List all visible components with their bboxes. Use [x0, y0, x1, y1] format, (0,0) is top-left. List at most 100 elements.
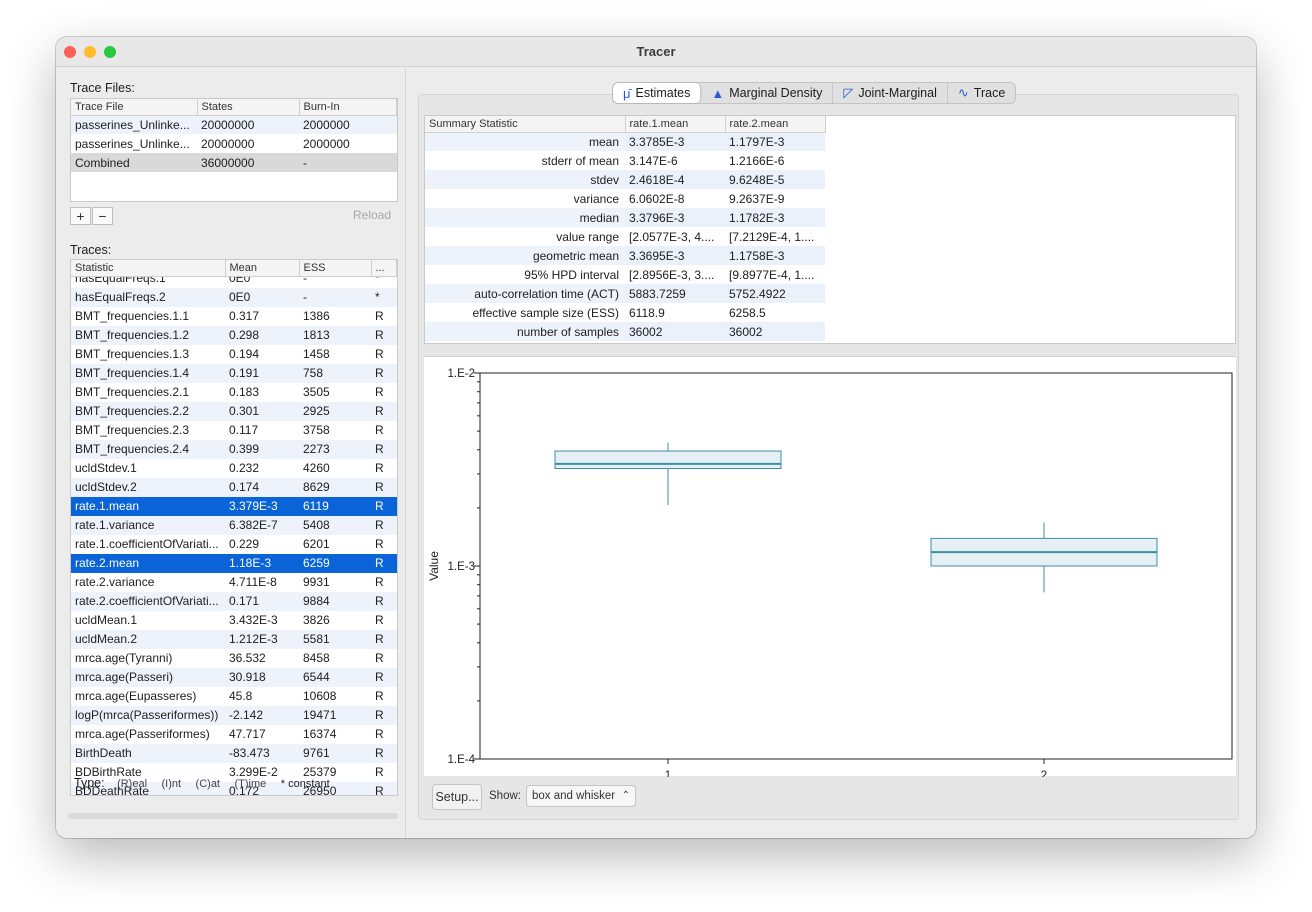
trace-row[interactable]: ucldMean.2 1.212E-3 5581 R: [71, 629, 397, 649]
trace-file-row[interactable]: Combined 36000000 -: [71, 153, 397, 172]
trace-cell: 1.18E-3: [229, 556, 272, 570]
trace-row[interactable]: rate.2.variance 4.711E-8 9931 R: [71, 573, 397, 592]
summary-statistic-column-header[interactable]: Summary Statistic: [425, 116, 626, 132]
trace-cell: R: [375, 366, 384, 380]
summary-value: 36002: [725, 322, 825, 341]
trace-row[interactable]: rate.2.coefficientOfVariati... 0.171 9884 R: [71, 591, 397, 611]
trace-cell: 6119: [303, 499, 329, 513]
trace-row[interactable]: BirthDeath -83.473 9761 R: [71, 743, 397, 763]
summary-value: 5883.7259: [625, 284, 725, 303]
trace-cell: 9761: [303, 746, 330, 760]
tab-marginal-density[interactable]: ▲ Marginal Density: [701, 83, 834, 103]
trace-row[interactable]: BMT_frequencies.1.3 0.194 1458 R: [71, 345, 397, 364]
show-select-value: box and whisker: [532, 790, 616, 802]
trace-cell: 3.432E-3: [229, 613, 278, 627]
trace-cell: -: [303, 290, 307, 304]
trace-cell: ucldStdev.1: [75, 461, 137, 475]
trace-row[interactable]: ucldStdev.1 0.232 4260 R: [71, 459, 397, 478]
summary-row: number of samples 36002 36002: [425, 322, 825, 341]
trace-cell: R: [375, 537, 384, 551]
setup-button[interactable]: Setup...: [432, 784, 482, 810]
trace-row[interactable]: hasEqualFreqs.1 0E0 - *: [71, 277, 397, 288]
reload-button[interactable]: Reload: [353, 208, 391, 222]
trace-row[interactable]: BMT_frequencies.1.4 0.191 758 R: [71, 363, 397, 383]
title-bar: Tracer: [56, 37, 1256, 67]
show-select[interactable]: box and whisker ⌃: [526, 785, 636, 807]
density-icon: ▲: [711, 85, 725, 101]
trace-cell: R: [375, 708, 384, 722]
trace-files-label: Trace Files:: [70, 81, 135, 95]
trace-cell: BMT_frequencies.1.2: [75, 328, 190, 342]
trace-cell: mrca.age(Tyranni): [75, 651, 173, 665]
trace-row[interactable]: hasEqualFreqs.2 0E0 - *: [71, 287, 397, 307]
rate2-column-header[interactable]: rate.2.mean: [725, 116, 826, 132]
trace-cell: 8629: [303, 480, 330, 494]
trace-row[interactable]: BMT_frequencies.2.3 0.117 3758 R: [71, 421, 397, 440]
trace-cell: ucldMean.1: [75, 613, 138, 627]
trace-cell: 4260: [303, 461, 330, 475]
trace-files-header: Trace File States Burn-In: [71, 99, 397, 115]
statistic-column-header[interactable]: Statistic: [71, 260, 226, 276]
trace-row[interactable]: BMT_frequencies.2.4 0.399 2273 R: [71, 439, 397, 459]
trace-row[interactable]: mrca.age(Eupasseres) 45.8 10608 R: [71, 687, 397, 706]
traces-table[interactable]: Statistic Mean ESS ... hasEqualFreqs.1 0E…: [70, 259, 398, 796]
trace-file-row[interactable]: passerines_Unlinke... 20000000 2000000: [71, 115, 397, 134]
trace-row[interactable]: mrca.age(Passeriformes) 47.717 16374 R: [71, 725, 397, 744]
rate1-column-header[interactable]: rate.1.mean: [625, 116, 726, 132]
add-trace-file-button[interactable]: +: [70, 207, 91, 225]
trace-row[interactable]: rate.1.variance 6.382E-7 5408 R: [71, 515, 397, 535]
summary-value: 6118.9: [625, 303, 725, 322]
summary-table[interactable]: Summary Statistic rate.1.mean rate.2.mea…: [424, 115, 1236, 344]
trace-file-cell: 2000000: [303, 136, 350, 151]
trace-file-column-header[interactable]: Trace File: [71, 99, 198, 115]
trace-cell: 2273: [303, 442, 330, 456]
tab-trace[interactable]: ∿ Trace: [948, 83, 1015, 103]
trace-row[interactable]: mrca.age(Tyranni) 36.532 8458 R: [71, 649, 397, 668]
trace-cell: -2.142: [229, 708, 264, 722]
trace-row[interactable]: BMT_frequencies.2.2 0.301 2925 R: [71, 401, 397, 421]
trace-row[interactable]: logP(mrca(Passeriformes)) -2.142 19471 R: [71, 705, 397, 725]
summary-value: 1.1797E-3: [725, 132, 825, 151]
trace-cell: R: [375, 651, 384, 665]
trace-file-row[interactable]: passerines_Unlinke... 20000000 2000000: [71, 134, 397, 153]
trace-row[interactable]: BMT_frequencies.2.1 0.183 3505 R: [71, 383, 397, 402]
horizontal-scrollbar[interactable]: [68, 813, 398, 819]
scatter-icon: ◸: [843, 85, 854, 100]
trace-row[interactable]: ucldMean.1 3.432E-3 3826 R: [71, 611, 397, 630]
tab-estimates[interactable]: μ̄ Estimates: [613, 83, 702, 103]
summary-row: 95% HPD interval [2.8956E-3, 3.... [9.8977…: [425, 265, 825, 284]
traces-scroll-area[interactable]: hasEqualFreqs.1 0E0 - * hasEqualFreqs.2 0E0 - *…: [71, 277, 397, 795]
trace-cell: 9931: [303, 575, 330, 589]
trace-cell: R: [375, 613, 384, 627]
trace-file-cell: 20000000: [201, 117, 255, 132]
ess-column-header[interactable]: ESS: [299, 260, 372, 276]
summary-stat-label: value range: [425, 227, 625, 246]
trace-cell: 5408: [303, 518, 330, 532]
trace-cell: BMT_frequencies.1.4: [75, 366, 190, 380]
trace-cell: rate.2.coefficientOfVariati...: [75, 594, 219, 608]
trace-files-table[interactable]: Trace File States Burn-In passerines_Unl…: [70, 98, 398, 202]
trace-cell: R: [375, 423, 384, 437]
type-column-header[interactable]: ...: [371, 260, 397, 276]
summary-value: 2.4618E-4: [625, 170, 725, 189]
trace-row[interactable]: rate.2.mean 1.18E-3 6259 R: [71, 553, 397, 573]
states-column-header[interactable]: States: [197, 99, 300, 115]
trace-row[interactable]: rate.1.mean 3.379E-3 6119 R: [71, 496, 397, 516]
tab-marginal-density-label: Marginal Density: [729, 86, 823, 100]
mean-column-header[interactable]: Mean: [225, 260, 300, 276]
burn-in-column-header[interactable]: Burn-In: [299, 99, 397, 115]
trace-row[interactable]: BMT_frequencies.1.1 0.317 1386 R: [71, 307, 397, 326]
trace-row[interactable]: mrca.age(Passeri) 30.918 6544 R: [71, 667, 397, 687]
trace-row[interactable]: BMT_frequencies.1.2 0.298 1813 R: [71, 325, 397, 345]
trace-row[interactable]: ucldStdev.2 0.174 8629 R: [71, 477, 397, 497]
summary-row: auto-correlation time (ACT) 5883.7259 5752…: [425, 284, 825, 303]
trace-cell: R: [375, 575, 384, 589]
trace-cell: R: [375, 499, 384, 513]
remove-trace-file-button[interactable]: −: [92, 207, 113, 225]
trace-cell: 1813: [303, 328, 330, 342]
tab-joint-marginal[interactable]: ◸ Joint-Marginal: [833, 83, 948, 103]
trace-cell: R: [375, 404, 384, 418]
trace-row[interactable]: rate.1.coefficientOfVariati... 0.229 6201 R: [71, 535, 397, 554]
trace-cell: R: [375, 727, 384, 741]
summary-value: 1.1782E-3: [725, 208, 825, 227]
